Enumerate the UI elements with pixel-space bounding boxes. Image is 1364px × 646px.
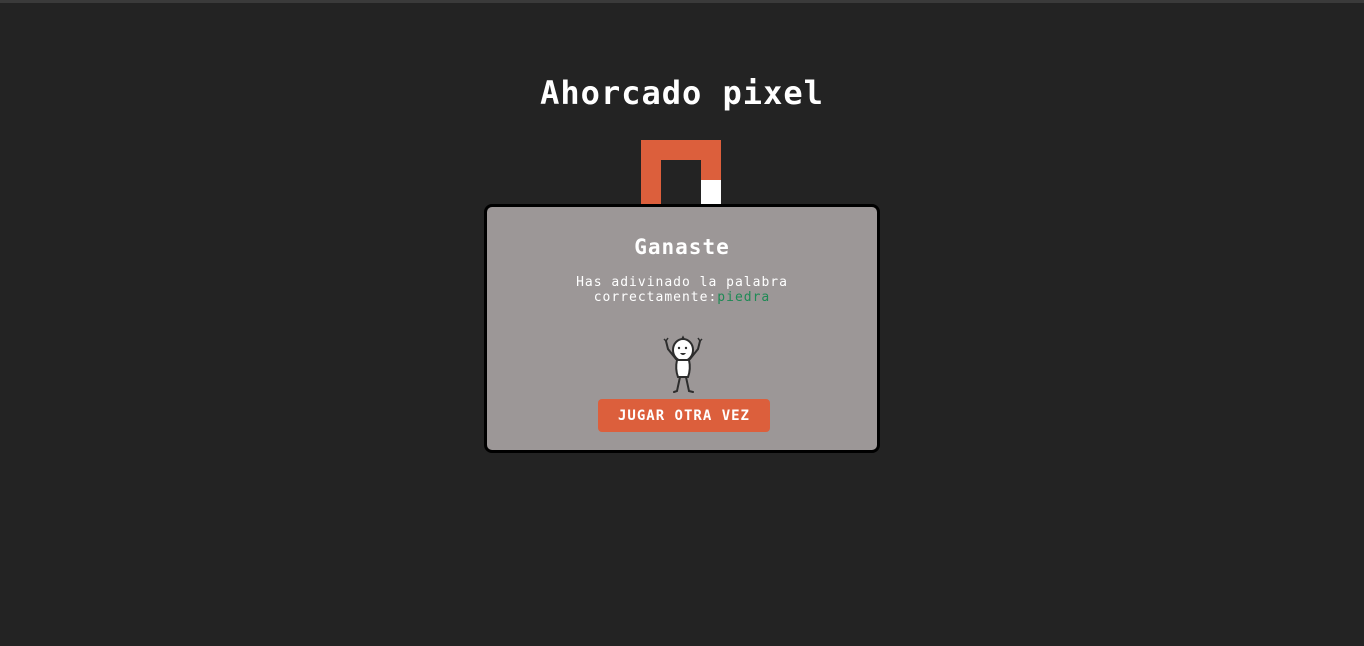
modal-message: Has adivinado la palabra correctamente:p… bbox=[547, 275, 817, 305]
play-again-button[interactable]: JUGAR OTRA VEZ bbox=[598, 399, 770, 432]
modal-title: Ganaste bbox=[634, 235, 730, 259]
gallows-rope bbox=[701, 160, 721, 180]
modal-message-line1: Has adivinado la palabra bbox=[576, 275, 788, 290]
window-top-border bbox=[0, 0, 1364, 3]
game-title: Ahorcado pixel bbox=[540, 74, 824, 112]
hangman-gallows bbox=[641, 140, 721, 204]
win-modal: Ganaste Has adivinado la palabra correct… bbox=[484, 204, 880, 453]
celebrating-stick-figure-icon bbox=[663, 335, 703, 393]
modal-message-line2: correctamente: bbox=[593, 290, 718, 305]
hangman-head bbox=[701, 180, 721, 204]
gallows-post bbox=[641, 140, 661, 204]
guessed-word: piedra bbox=[717, 290, 771, 305]
